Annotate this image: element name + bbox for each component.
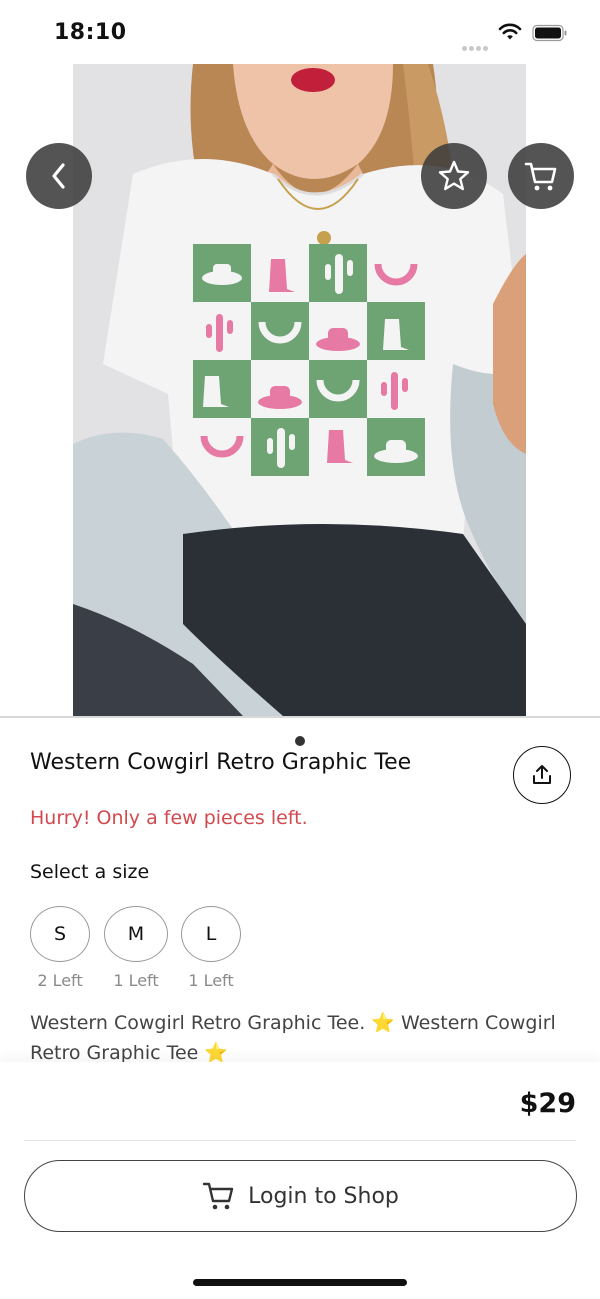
- status-time: 18:10: [54, 20, 127, 45]
- favorite-button[interactable]: [421, 143, 487, 209]
- size-stock-s: 2 Left: [37, 971, 83, 990]
- size-label: Select a size: [30, 861, 150, 883]
- share-icon: [533, 765, 551, 784]
- battery-icon: [532, 24, 567, 42]
- size-option-m[interactable]: M: [104, 906, 168, 962]
- size-option-l[interactable]: L: [181, 906, 241, 962]
- share-button[interactable]: [513, 746, 571, 804]
- cart-icon: [202, 1182, 234, 1210]
- page-dot-active: [295, 736, 305, 746]
- star-emoji: ⭐: [371, 1012, 395, 1034]
- divider: [0, 716, 600, 718]
- status-bar: 18:10: [0, 0, 600, 64]
- size-stock-m: 1 Left: [113, 971, 159, 990]
- product-title: Western Cowgirl Retro Graphic Tee: [30, 750, 412, 775]
- login-to-shop-button[interactable]: Login to Shop: [24, 1160, 577, 1232]
- back-button[interactable]: [26, 143, 92, 209]
- star-outline-icon: [438, 160, 470, 191]
- product-description: Western Cowgirl Retro Graphic Tee. ⭐ Wes…: [30, 1008, 575, 1068]
- home-indicator[interactable]: [193, 1279, 407, 1286]
- price: $29: [519, 1088, 576, 1119]
- stock-warning: Hurry! Only a few pieces left.: [30, 807, 308, 829]
- product-image-carousel[interactable]: [0, 64, 600, 757]
- cart-icon: [524, 162, 557, 191]
- signal-icon: [462, 36, 490, 51]
- star-emoji: ⭐: [204, 1042, 229, 1064]
- wifi-icon: [498, 23, 522, 40]
- description-text: Western Cowgirl Retro Graphic Tee.: [30, 1012, 372, 1034]
- size-stock-l: 1 Left: [188, 971, 234, 990]
- size-option-s[interactable]: S: [30, 906, 90, 962]
- cart-button[interactable]: [508, 143, 574, 209]
- divider: [24, 1140, 576, 1141]
- chevron-left-icon: [52, 163, 65, 189]
- login-button-label: Login to Shop: [248, 1183, 399, 1209]
